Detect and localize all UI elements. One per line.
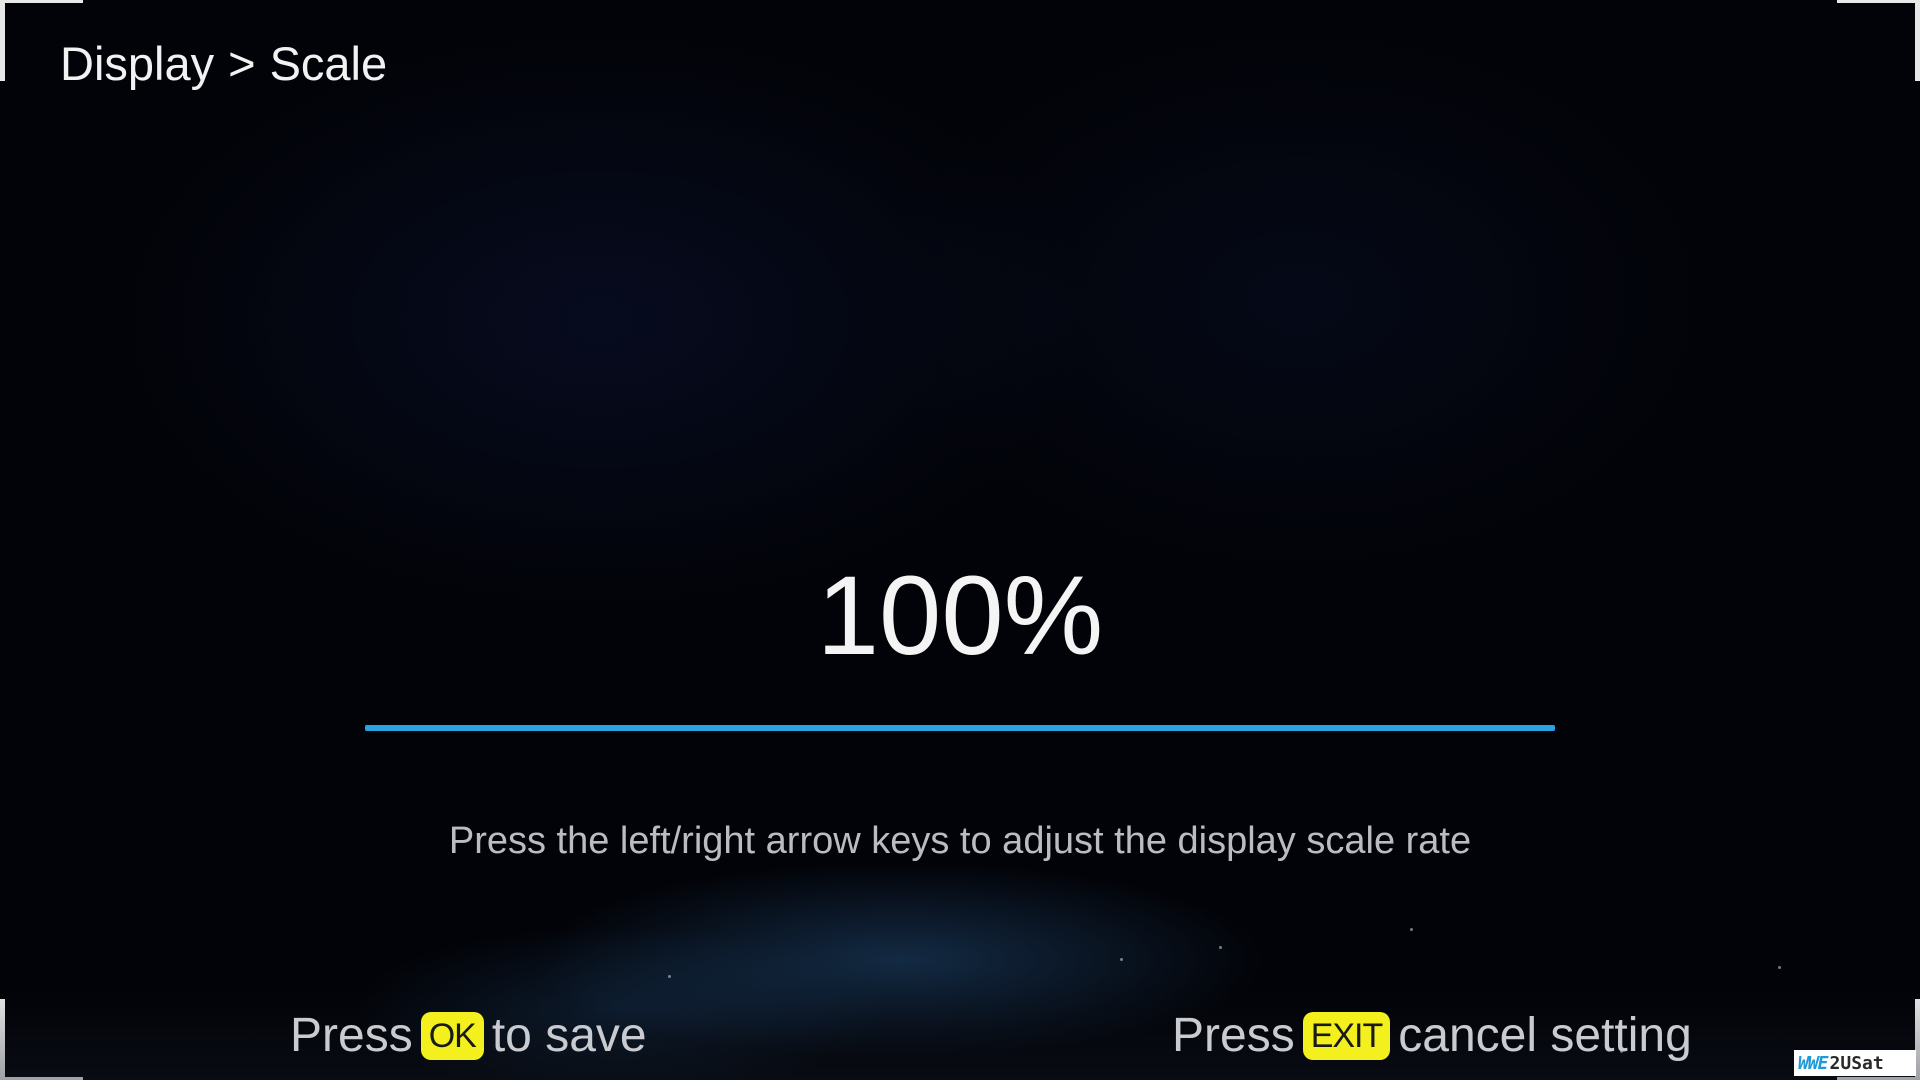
corner-bracket-top-right [1837, 0, 1920, 81]
star [1120, 958, 1123, 961]
star [668, 975, 671, 978]
breadcrumb-parent: Display [60, 37, 215, 90]
scale-slider-fill [365, 725, 1555, 731]
watermark-logo: WWE [1798, 1052, 1828, 1074]
cancel-hint-suffix: cancel setting [1398, 1009, 1692, 1062]
watermark: WWE 2USat [1794, 1050, 1916, 1076]
exit-key-badge[interactable]: EXIT [1302, 1011, 1391, 1060]
breadcrumb-separator: > [228, 37, 256, 90]
cancel-hint: Press EXIT cancel setting [1172, 1008, 1692, 1063]
save-hint-suffix: to save [491, 1009, 647, 1062]
save-hint-prefix: Press [290, 1009, 413, 1062]
ok-key-badge[interactable]: OK [420, 1011, 484, 1060]
star [1410, 928, 1413, 931]
cancel-hint-prefix: Press [1172, 1009, 1295, 1062]
breadcrumb: Display > Scale [60, 36, 387, 91]
starfield-background [0, 0, 1920, 1080]
save-hint: Press OK to save [290, 1008, 647, 1063]
watermark-text: 2USat [1829, 1052, 1884, 1074]
scale-slider[interactable] [365, 725, 1555, 731]
scale-value-label: 100% [816, 553, 1104, 678]
instruction-text: Press the left/right arrow keys to adjus… [448, 820, 1472, 862]
star [1219, 946, 1222, 949]
star [1778, 966, 1781, 969]
breadcrumb-current: Scale [269, 37, 388, 90]
